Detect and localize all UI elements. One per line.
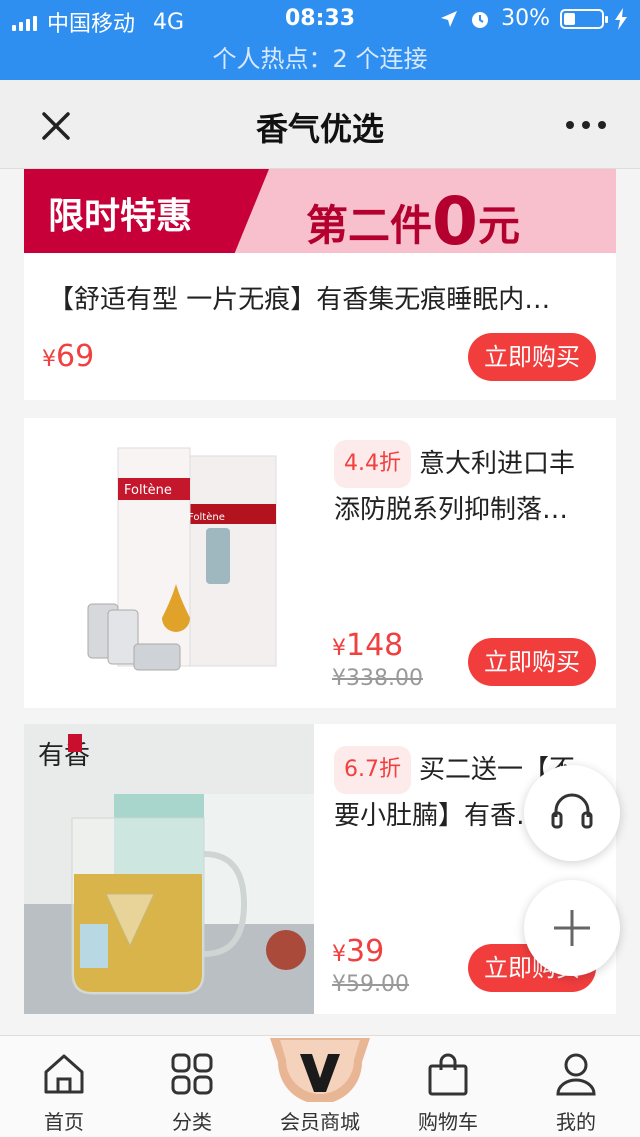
tab-label: 首页: [44, 1110, 84, 1134]
alarm-icon: [472, 11, 489, 28]
product-image[interactable]: 有香: [24, 724, 314, 1014]
tab-label: 我的: [556, 1110, 596, 1134]
buy-now-button[interactable]: 立即购买: [468, 638, 596, 686]
tab-label: 分类: [172, 1110, 212, 1134]
hotspot-banner[interactable]: 个人热点：2 个连接: [0, 40, 640, 80]
promo-prefix: 第二件: [306, 201, 433, 250]
customer-service-button[interactable]: [524, 765, 620, 861]
product-card[interactable]: Foltène Foltène 4.4折 意大利进口丰添防脱系列抑制落… ¥148…: [24, 418, 616, 708]
bag-icon: [428, 1053, 468, 1096]
tab-mine[interactable]: 我的: [512, 1036, 640, 1137]
promo-text: 第二件0元: [306, 179, 520, 253]
svg-text:Foltène: Foltène: [124, 483, 172, 498]
product-card[interactable]: 有香 6.7折 买二送一【不要小肚腩】有香… ¥39 ¥59.00 立即购买: [24, 724, 616, 1014]
home-icon: [44, 1054, 84, 1094]
tab-cart[interactable]: 购物车: [384, 1036, 512, 1137]
headset-icon: [551, 793, 593, 829]
product-price: ¥148: [332, 628, 404, 663]
vip-v-icon: [270, 1038, 370, 1102]
product-image[interactable]: Foltène Foltène: [24, 418, 314, 708]
battery-percent: 30%: [501, 6, 550, 31]
original-price: ¥59.00: [332, 972, 409, 997]
promo-banner[interactable]: 限时特惠 第二件0元: [24, 169, 616, 253]
original-price: ¥338.00: [332, 666, 423, 691]
product-title[interactable]: 【舒适有型 一片无痕】有香集无痕睡眠内…: [48, 279, 596, 316]
more-icon[interactable]: [564, 110, 608, 140]
user-icon: [556, 1053, 596, 1096]
nav-header: 香气优选: [0, 80, 640, 169]
discount-badge: 6.7折: [334, 746, 411, 794]
location-arrow-icon: [441, 10, 458, 27]
promo-tag-label: 限时特惠: [48, 196, 193, 237]
product-card[interactable]: 限时特惠 第二件0元 【舒适有型 一片无痕】有香集无痕睡眠内… ¥69 立即购买: [24, 169, 616, 400]
promo-suffix: 元: [477, 201, 520, 250]
discount-badge: 4.4折: [334, 440, 411, 488]
promo-number: 0: [432, 183, 478, 253]
page-title: 香气优选: [255, 110, 384, 148]
product-price: ¥39: [332, 934, 385, 969]
bottom-tab-bar: 首页 分类 会员商城 购物车 我的: [0, 1035, 640, 1137]
svg-text:Foltène: Foltène: [188, 511, 225, 523]
tab-vip-mall[interactable]: 会员商城: [256, 1036, 384, 1137]
product-price: ¥69: [42, 339, 95, 374]
tab-label: 购物车: [418, 1110, 478, 1134]
charging-icon: [615, 7, 627, 30]
promo-tag: 限时特惠: [24, 169, 269, 253]
product-title[interactable]: 4.4折 意大利进口丰添防脱系列抑制落…: [334, 440, 600, 528]
grid-icon: [171, 1053, 213, 1095]
svg-text:有香: 有香: [38, 741, 90, 771]
tab-home[interactable]: 首页: [0, 1036, 128, 1137]
tab-category[interactable]: 分类: [128, 1036, 256, 1137]
buy-now-button[interactable]: 立即购买: [468, 333, 596, 381]
tab-label: 会员商城: [280, 1110, 360, 1134]
plus-icon: [554, 910, 590, 946]
battery-icon: [560, 8, 608, 29]
status-bar: 中国移动 4G 08:33 30%: [0, 0, 640, 40]
add-button[interactable]: [524, 880, 620, 976]
